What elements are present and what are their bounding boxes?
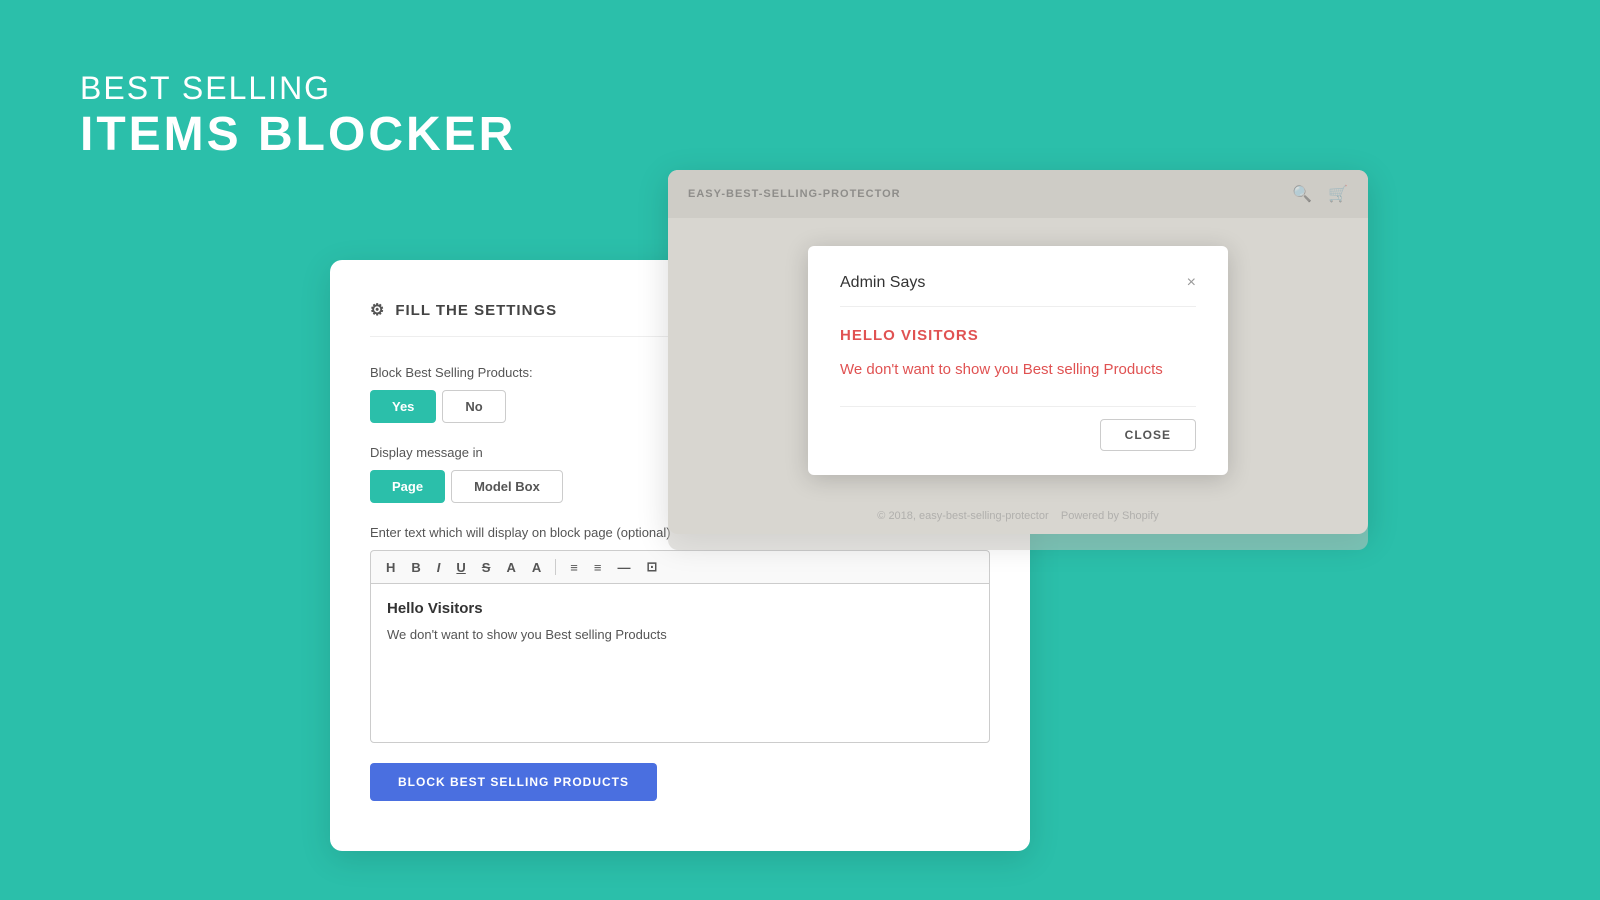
modal-close-x-button[interactable]: × [1187, 274, 1196, 292]
toolbar-h[interactable]: H [381, 558, 400, 577]
editor-body: We don't want to show you Best selling P… [387, 627, 973, 642]
editor-title: Hello Visitors [387, 600, 973, 617]
toolbar-b[interactable]: B [406, 558, 425, 577]
editor-toolbar: H B I U S A A ≡ ≡ — ⊡ [370, 550, 990, 583]
modal-title: Admin Says [840, 274, 925, 292]
modal-header: Admin Says × [840, 274, 1196, 307]
hero-section: BEST SELLING ITEMS BLOCKER [80, 70, 516, 162]
toolbar-ol[interactable]: ≡ [565, 558, 583, 577]
toolbar-a1[interactable]: A [501, 558, 520, 577]
toolbar-table[interactable]: ⊡ [641, 557, 662, 577]
toolbar-divider1 [555, 559, 556, 575]
modal-message: We don't want to show you Best selling P… [840, 358, 1196, 382]
modal-footer: CLOSE [840, 406, 1196, 451]
close-button[interactable]: CLOSE [1100, 419, 1196, 451]
yes-button[interactable]: Yes [370, 390, 436, 423]
toolbar-s[interactable]: S [477, 558, 496, 577]
editor-content[interactable]: Hello Visitors We don't want to show you… [370, 583, 990, 743]
modal-heading: HELLO VISITORS [840, 327, 1196, 344]
toolbar-i[interactable]: I [432, 558, 446, 577]
toolbar-u[interactable]: U [451, 558, 470, 577]
no-button[interactable]: No [442, 390, 505, 423]
modal-overlay: Admin Says × HELLO VISITORS We don't wan… [668, 170, 1368, 550]
page-button[interactable]: Page [370, 470, 445, 503]
gear-icon: ⚙ [370, 300, 385, 320]
hero-line1: BEST SELLING [80, 70, 516, 107]
settings-title-text: FILL THE SETTINGS [395, 302, 557, 319]
toolbar-hr[interactable]: — [612, 558, 635, 577]
toolbar-a2[interactable]: A [527, 558, 546, 577]
toolbar-ul[interactable]: ≡ [589, 558, 607, 577]
model-box-button[interactable]: Model Box [451, 470, 563, 503]
hero-line2: ITEMS BLOCKER [80, 107, 516, 162]
admin-modal: Admin Says × HELLO VISITORS We don't wan… [808, 246, 1228, 475]
block-best-selling-button[interactable]: BLOCK BEST SELLING PRODUCTS [370, 763, 657, 801]
